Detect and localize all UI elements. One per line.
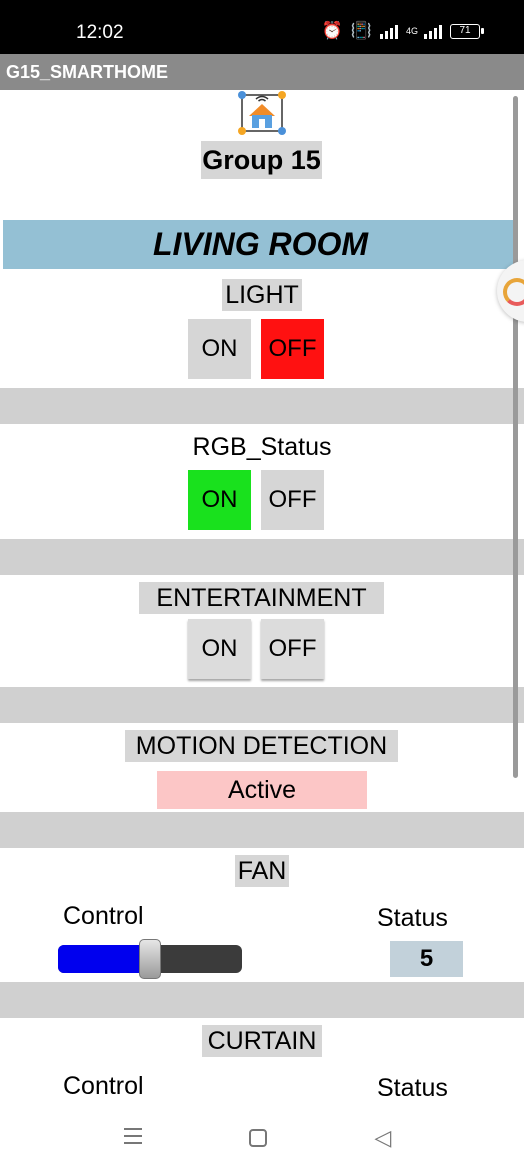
vibrate-icon: 📳 [350, 21, 372, 40]
signal-icon [379, 23, 398, 39]
section-divider [0, 982, 524, 1018]
light-on-button[interactable]: ON [188, 319, 251, 379]
rgb-status-label: RGB_Status [192, 433, 332, 461]
status-icons: ⏰ 📳 4G 71 [321, 21, 484, 40]
curtain-status-label: Status [377, 1074, 448, 1102]
assistant-icon [503, 278, 524, 306]
fan-speed-slider[interactable] [58, 939, 242, 979]
entertainment-label: ENTERTAINMENT [139, 582, 384, 614]
entertainment-on-button[interactable]: ON [188, 619, 251, 679]
light-off-button[interactable]: OFF [261, 319, 324, 379]
section-divider [0, 812, 524, 848]
fan-label: FAN [235, 855, 289, 887]
floating-assistant-button[interactable] [497, 260, 524, 322]
status-time: 12:02 [76, 22, 124, 43]
fan-status-value: 5 [390, 941, 463, 977]
signal-icon-2 [424, 23, 442, 39]
app-title-bar: G15_SMARTHOME [0, 54, 524, 90]
motion-detection-label: MOTION DETECTION [125, 730, 398, 762]
fan-control-label: Control [63, 902, 144, 930]
section-divider [0, 388, 524, 424]
smart-home-icon [237, 90, 287, 138]
alarm-icon: ⏰ [321, 21, 343, 40]
light-label: LIGHT [222, 279, 302, 311]
rgb-on-button[interactable]: ON [188, 470, 251, 530]
curtain-label: CURTAIN [202, 1025, 322, 1057]
home-square-icon[interactable] [243, 1123, 273, 1153]
back-triangle-icon[interactable]: ◁ [368, 1123, 398, 1153]
rgb-off-button[interactable]: OFF [261, 470, 324, 530]
slider-thumb[interactable] [139, 939, 161, 979]
battery-icon: 71 [450, 23, 484, 39]
group-title: Group 15 [201, 141, 322, 179]
fan-status-label: Status [377, 904, 448, 932]
navigation-bar: ◁ [0, 1105, 524, 1171]
status-bar: 12:02 ⏰ 📳 4G 71 [0, 0, 524, 54]
network-type-label: 4G [405, 25, 418, 36]
motion-status-badge: Active [157, 771, 367, 809]
menu-icon[interactable] [118, 1123, 148, 1153]
entertainment-off-button[interactable]: OFF [261, 619, 324, 679]
section-divider [0, 539, 524, 575]
curtain-control-label: Control [63, 1072, 144, 1100]
section-divider [0, 687, 524, 723]
room-banner: LIVING ROOM [3, 220, 518, 269]
slider-fill [58, 945, 150, 973]
scrollbar[interactable] [513, 96, 518, 778]
main-content[interactable]: Group 15 LIVING ROOM LIGHT ON OFF RGB_St… [0, 90, 524, 1105]
